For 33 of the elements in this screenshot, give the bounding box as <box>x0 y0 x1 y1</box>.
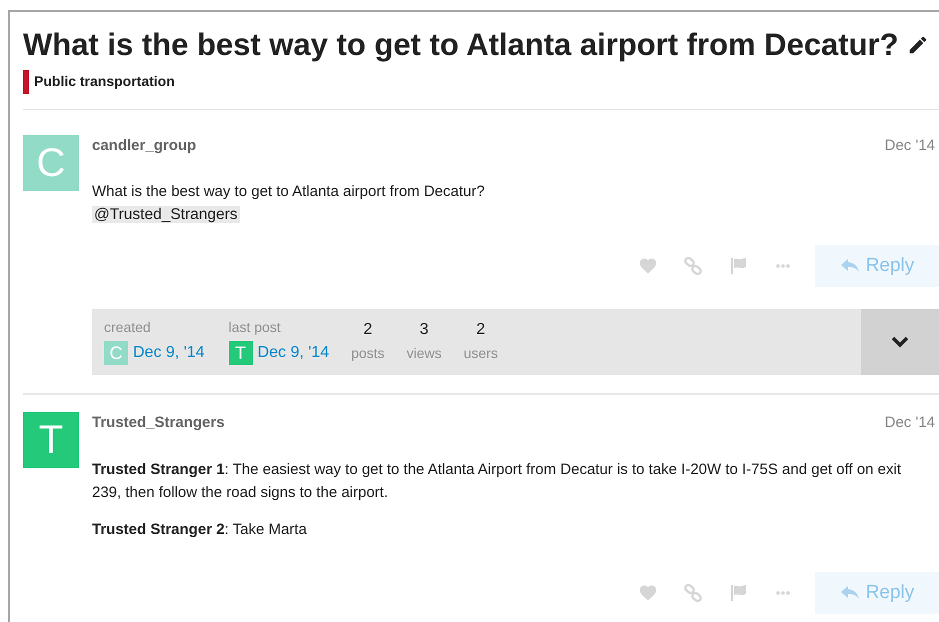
stat-label: posts <box>351 344 385 364</box>
stat-value: 2 <box>476 320 486 340</box>
link-icon[interactable] <box>682 582 702 603</box>
post-paragraph: What is the best way to get to Atlanta airport from Decatur? <box>92 182 486 202</box>
stat-label: views <box>406 344 442 364</box>
date-link[interactable]: Dec 9, '14 <box>133 341 205 366</box>
user-avatar[interactable]: T <box>228 341 253 366</box>
link-icon[interactable] <box>682 256 702 276</box>
post-date[interactable]: Dec '14 <box>884 412 939 435</box>
chevron-down-icon <box>891 336 909 348</box>
username[interactable]: Trusted_Strangers <box>92 412 225 435</box>
reply-button[interactable]: Reply <box>815 245 939 288</box>
topic-title: What is the best way to get to Atlanta airport from Decatur? <box>23 26 899 64</box>
stat-value: 3 <box>420 320 429 340</box>
expand-button[interactable] <box>861 309 939 376</box>
heart-icon[interactable] <box>638 256 658 276</box>
map-label: created <box>104 318 152 336</box>
category-link[interactable]: Public transportation <box>34 71 175 92</box>
map-label: last post <box>228 318 282 336</box>
post-date[interactable]: Dec '14 <box>884 134 939 158</box>
reply-button[interactable]: Reply <box>815 572 939 614</box>
date-link[interactable]: Dec 9, '14 <box>258 341 330 366</box>
heart-icon[interactable] <box>638 582 658 603</box>
user-avatar[interactable]: C <box>23 134 79 191</box>
mention-link[interactable]: @Trusted_Strangers <box>92 206 240 224</box>
reply-icon <box>840 584 860 601</box>
username[interactable]: candler_group <box>92 134 196 158</box>
user-avatar[interactable]: T <box>23 412 79 468</box>
user-avatar[interactable]: C <box>104 341 128 366</box>
stat-value: 2 <box>363 320 372 340</box>
stat-label: users <box>464 344 498 364</box>
post-paragraph: Trusted Stranger 2: Take Marta <box>92 520 308 540</box>
post-paragraph: Trusted Stranger 1: The easiest way to get to the Atlanta Airport from Decatur is to take I-20W to I-75S and get off on exit 239, then follow the road signs to the airport. <box>92 460 902 503</box>
